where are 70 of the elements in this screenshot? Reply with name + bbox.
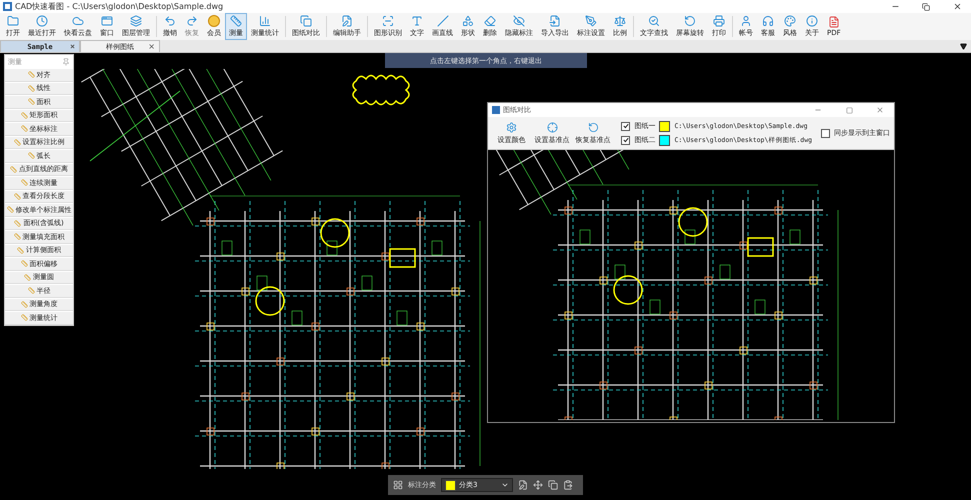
eraser-icon [484, 15, 496, 27]
checkbox[interactable] [821, 128, 830, 138]
ruler-icon [14, 138, 20, 146]
ruler-icon [6, 206, 14, 214]
ruler-icon [14, 220, 22, 227]
redo-icon [186, 15, 198, 27]
ruler-icon [20, 300, 28, 308]
ruler-icon [28, 152, 34, 160]
search-icon [648, 15, 660, 27]
edit-icon[interactable] [518, 480, 528, 490]
ruler-icon [20, 314, 28, 322]
color-swatch[interactable] [659, 134, 670, 146]
tab-close-button[interactable]: × [70, 42, 75, 51]
undo-icon [164, 15, 176, 27]
window-icon [101, 15, 113, 27]
chart-icon [259, 15, 271, 27]
app-logo-icon [492, 106, 500, 114]
pdf-file-icon [828, 16, 840, 28]
overlap-icon [300, 15, 312, 27]
rotate-icon [684, 15, 696, 27]
hidden-eye-icon [513, 15, 525, 27]
ruler-icon [230, 15, 242, 27]
ruler-icon [10, 166, 17, 173]
ruler-icon [20, 260, 28, 268]
shapes-icon [462, 15, 474, 27]
copy-icon[interactable] [548, 480, 558, 490]
restore-icon [922, 2, 930, 10]
ruler-icon [28, 84, 34, 92]
layers-icon [130, 15, 142, 27]
ruler-icon [28, 71, 34, 78]
grid-icon[interactable] [393, 480, 403, 490]
window-title: CAD快速看图 - C:\Users\glodon\Desktop\Sample.dwg [15, 1, 224, 12]
ruler-icon [28, 98, 34, 106]
folder-icon [7, 15, 19, 27]
palette-icon [784, 15, 796, 27]
ruler-icon [14, 192, 20, 200]
checkbox[interactable] [621, 136, 630, 144]
ruler-icon [24, 274, 31, 281]
paste-icon[interactable] [563, 480, 573, 490]
close-icon [876, 106, 884, 114]
ruler-icon [28, 287, 34, 294]
file-arrow-icon [549, 15, 561, 27]
ruler-icon [20, 125, 28, 132]
scan-icon [382, 15, 394, 27]
settings-icon [506, 122, 517, 132]
clock-icon [36, 15, 48, 27]
pen-icon [585, 15, 597, 27]
info-icon [806, 15, 818, 27]
ruler-icon [20, 112, 28, 119]
maximize-icon [846, 106, 852, 114]
text-icon [411, 15, 423, 27]
close-icon [952, 2, 962, 11]
line-icon [436, 15, 448, 27]
edit-icon [341, 15, 353, 27]
cloud-icon [72, 15, 84, 27]
crosshair-icon [546, 122, 558, 132]
printer-icon [713, 15, 725, 27]
scale-icon [614, 15, 626, 27]
checkbox[interactable] [621, 122, 630, 130]
color-swatch[interactable] [659, 120, 670, 132]
tab-close-button[interactable]: × [148, 42, 155, 51]
headset-icon [762, 15, 774, 27]
ruler-icon [14, 233, 20, 240]
ruler-icon [17, 246, 24, 254]
dropdown-arrow-icon[interactable] [960, 42, 967, 50]
caret-icon [501, 481, 509, 489]
ruler-icon [20, 179, 28, 186]
user-icon [740, 15, 752, 27]
rotate-icon [588, 122, 599, 132]
move-icon[interactable] [533, 480, 543, 490]
